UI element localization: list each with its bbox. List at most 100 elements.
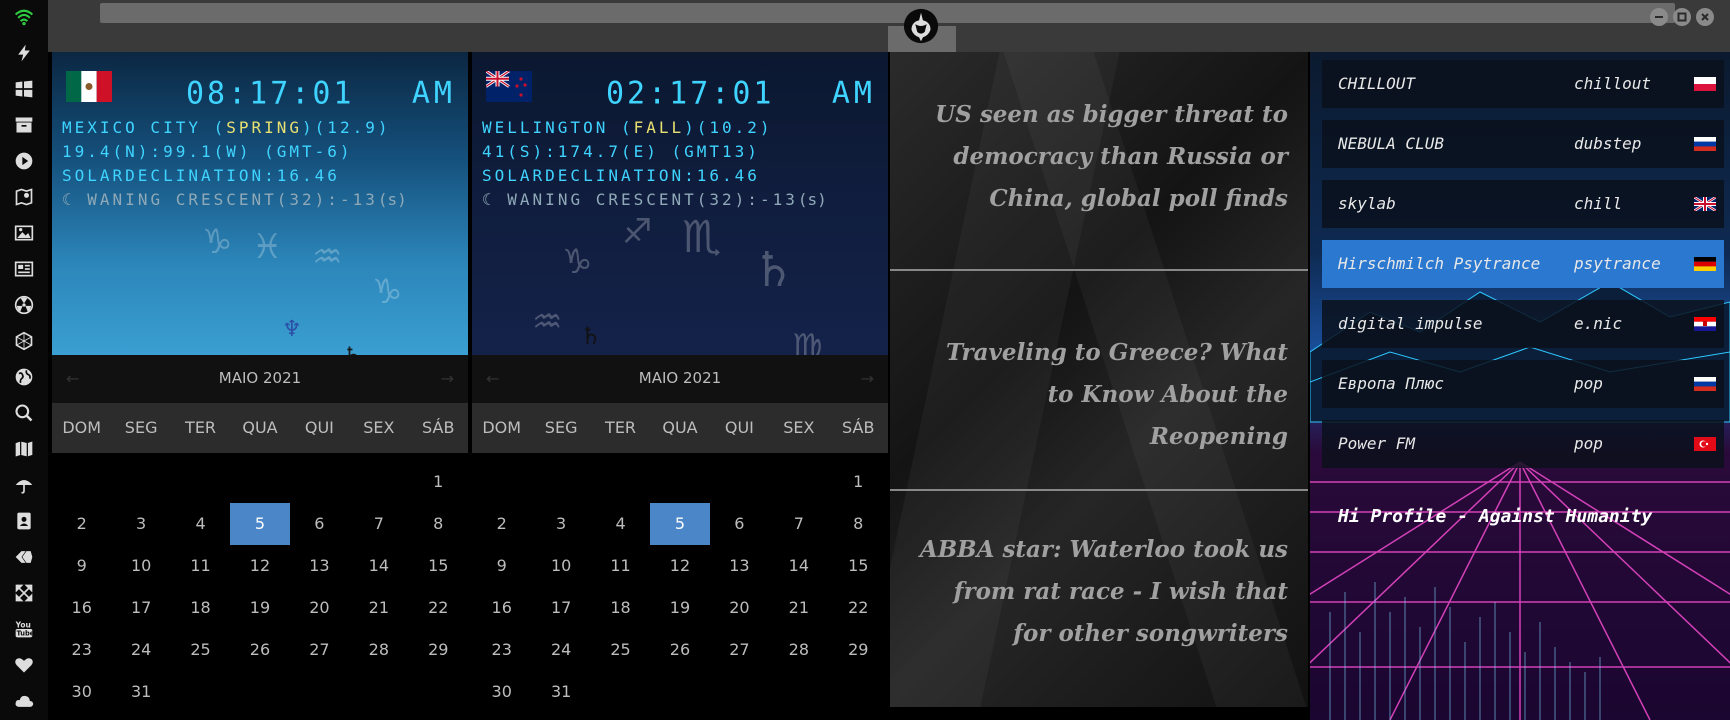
windows-icon[interactable] xyxy=(12,77,36,101)
wifi-icon[interactable] xyxy=(12,5,36,29)
calendar-day[interactable]: 19 xyxy=(230,587,289,629)
rebel-alliance-icon[interactable] xyxy=(901,6,941,46)
calendar-day[interactable]: 15 xyxy=(409,545,468,587)
calendar-day[interactable]: 16 xyxy=(472,587,531,629)
hexagon-icon[interactable] xyxy=(12,329,36,353)
calendar-day[interactable]: 28 xyxy=(349,629,408,671)
calendar-day[interactable]: 17 xyxy=(531,587,590,629)
calendar-day[interactable]: 27 xyxy=(710,629,769,671)
calendar-day[interactable]: 2 xyxy=(52,503,111,545)
map-book-icon[interactable] xyxy=(12,185,36,209)
globe-icon[interactable] xyxy=(12,365,36,389)
calendar-day[interactable]: 9 xyxy=(472,545,531,587)
calendar-day[interactable]: 27 xyxy=(290,629,349,671)
calendar-day[interactable]: 6 xyxy=(290,503,349,545)
calendar-day[interactable]: 4 xyxy=(591,503,650,545)
contacts-icon[interactable] xyxy=(12,509,36,533)
umbrella-icon[interactable] xyxy=(12,473,36,497)
calendar-day[interactable]: 8 xyxy=(409,503,468,545)
radio-station-item[interactable]: digital impulse e.nic xyxy=(1322,300,1724,348)
calendar-day[interactable]: 26 xyxy=(230,629,289,671)
calendar-day-selected[interactable]: 5 xyxy=(230,503,290,545)
calendar-day[interactable]: 16 xyxy=(52,587,111,629)
calendar-day[interactable]: 9 xyxy=(52,545,111,587)
archive-icon[interactable] xyxy=(12,113,36,137)
calendar-day[interactable]: 30 xyxy=(52,671,111,713)
calendar-day[interactable]: 25 xyxy=(591,629,650,671)
news-headline[interactable]: Traveling to Greece? What to Know About … xyxy=(918,332,1288,458)
calendar-day[interactable]: 6 xyxy=(710,503,769,545)
calendar-day[interactable]: 19 xyxy=(650,587,709,629)
calendar-day[interactable]: 18 xyxy=(591,587,650,629)
calendar-day[interactable]: 12 xyxy=(650,545,709,587)
next-month-button[interactable]: → xyxy=(861,369,874,388)
calendar-day[interactable]: 1 xyxy=(829,461,888,503)
calendar-day[interactable]: 20 xyxy=(290,587,349,629)
radio-station-item-active[interactable]: Hirschmilch Psytrance psytrance xyxy=(1322,240,1724,288)
calendar-day[interactable]: 29 xyxy=(829,629,888,671)
news-headline[interactable]: US seen as bigger threat to democracy th… xyxy=(918,94,1288,220)
youtube-icon[interactable]: You Tube xyxy=(12,617,36,641)
calendar-day[interactable]: 13 xyxy=(710,545,769,587)
calendar-day[interactable]: 25 xyxy=(171,629,230,671)
minimize-button[interactable] xyxy=(1650,8,1668,26)
calendar-day[interactable]: 22 xyxy=(829,587,888,629)
calendar-day[interactable]: 24 xyxy=(111,629,170,671)
calendar-day[interactable]: 1 xyxy=(409,461,468,503)
search-icon[interactable] xyxy=(12,401,36,425)
calendar-day[interactable]: 13 xyxy=(290,545,349,587)
calendar-day[interactable]: 15 xyxy=(829,545,888,587)
calendar-day[interactable]: 29 xyxy=(409,629,468,671)
calendar-day[interactable]: 7 xyxy=(349,503,408,545)
radio-station-item[interactable]: skylab chill xyxy=(1322,180,1724,228)
cloud-icon[interactable] xyxy=(12,689,36,713)
calendar-day[interactable]: 12 xyxy=(230,545,289,587)
calendar-day[interactable]: 10 xyxy=(531,545,590,587)
calendar-day[interactable]: 7 xyxy=(769,503,828,545)
radio-station-item[interactable]: Европа Плюс pop xyxy=(1322,360,1724,408)
address-bar[interactable] xyxy=(100,3,1675,23)
radiation-icon[interactable] xyxy=(12,293,36,317)
news-icon[interactable] xyxy=(12,257,36,281)
calendar-day[interactable]: 14 xyxy=(349,545,408,587)
calendar-day[interactable]: 4 xyxy=(171,503,230,545)
map-icon[interactable] xyxy=(12,437,36,461)
calendar-day[interactable]: 21 xyxy=(349,587,408,629)
image-icon[interactable] xyxy=(12,221,36,245)
maximize-button[interactable] xyxy=(1673,8,1691,26)
calendar-day[interactable]: 26 xyxy=(650,629,709,671)
calendar-day[interactable]: 17 xyxy=(111,587,170,629)
calendar-day[interactable]: 18 xyxy=(171,587,230,629)
expand-icon[interactable] xyxy=(12,581,36,605)
calendar-day[interactable]: 23 xyxy=(52,629,111,671)
calendar-day[interactable]: 3 xyxy=(531,503,590,545)
heart-icon[interactable] xyxy=(12,653,36,677)
calendar-day[interactable]: 31 xyxy=(111,671,170,713)
calendar-day[interactable]: 22 xyxy=(409,587,468,629)
calendar-day[interactable]: 3 xyxy=(111,503,170,545)
calendar-day-selected[interactable]: 5 xyxy=(650,503,710,545)
lightning-icon[interactable] xyxy=(12,41,36,65)
calendar-day[interactable]: 14 xyxy=(769,545,828,587)
calendar-day[interactable]: 2 xyxy=(472,503,531,545)
play-icon[interactable] xyxy=(12,149,36,173)
radio-station-item[interactable]: CHILLOUT chillout xyxy=(1322,60,1724,108)
calendar-day[interactable]: 10 xyxy=(111,545,170,587)
next-month-button[interactable]: → xyxy=(441,369,454,388)
calendar-day[interactable]: 28 xyxy=(769,629,828,671)
calendar-day[interactable]: 30 xyxy=(472,671,531,713)
calendar-day[interactable]: 8 xyxy=(829,503,888,545)
close-button[interactable] xyxy=(1696,8,1714,26)
calendar-day[interactable]: 24 xyxy=(531,629,590,671)
tag-icon[interactable] xyxy=(12,545,36,569)
calendar-day[interactable]: 11 xyxy=(171,545,230,587)
radio-station-item[interactable]: NEBULA CLUB dubstep xyxy=(1322,120,1724,168)
news-headline[interactable]: ABBA star: Waterloo took us from rat rac… xyxy=(918,529,1288,655)
calendar-day[interactable]: 11 xyxy=(591,545,650,587)
calendar-day[interactable]: 23 xyxy=(472,629,531,671)
coordinates: 41(S):174.7(E) (GMT13) xyxy=(482,142,760,161)
calendar-day[interactable]: 20 xyxy=(710,587,769,629)
calendar-day[interactable]: 21 xyxy=(769,587,828,629)
radio-station-item[interactable]: Power FM pop xyxy=(1322,420,1724,468)
calendar-day[interactable]: 31 xyxy=(531,671,590,713)
